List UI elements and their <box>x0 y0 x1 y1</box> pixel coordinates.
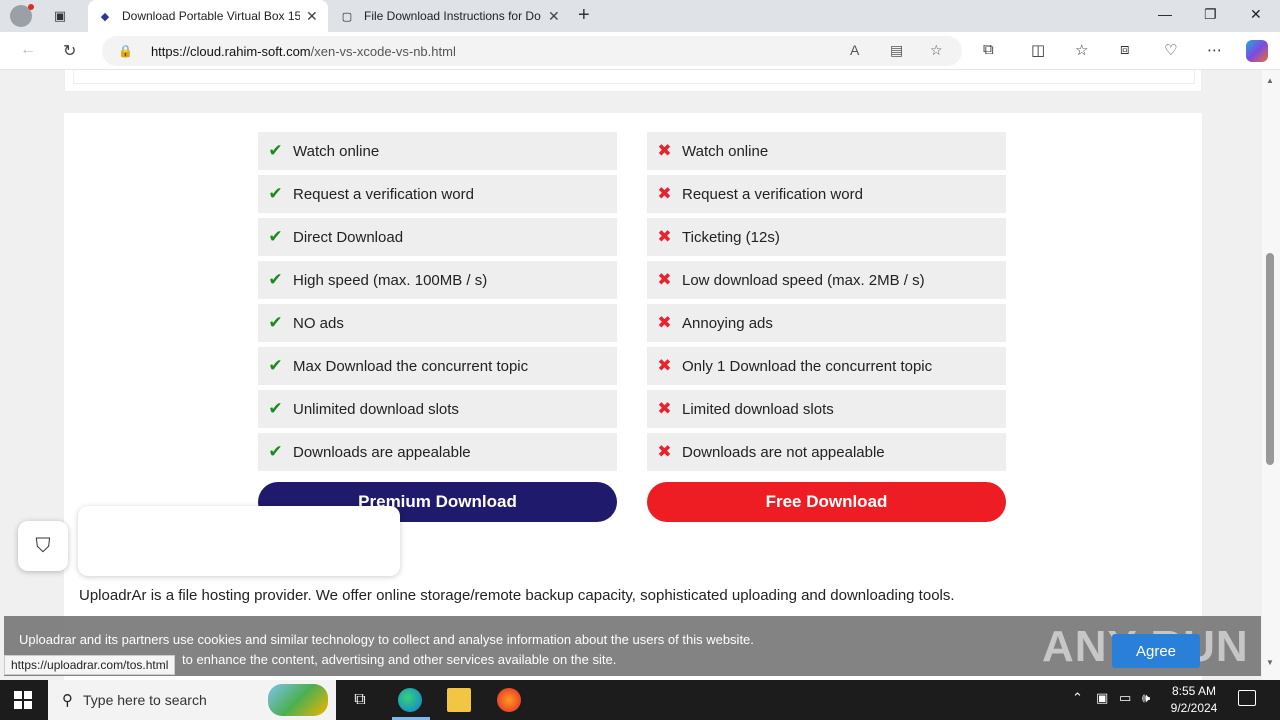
check-icon: ✔ <box>268 313 283 332</box>
minimize-icon[interactable]: — <box>1158 6 1172 22</box>
site-favicon-icon: ◆ <box>100 10 110 23</box>
cross-icon: ✖ <box>657 356 672 375</box>
profile-avatar[interactable] <box>10 4 34 27</box>
page-viewport: ✔ Watch online ✔ Request a verification wo… <box>0 70 1262 680</box>
check-icon: ✔ <box>268 442 283 461</box>
free-feature-item: ✖ Request a verification word <box>647 175 1006 213</box>
cross-icon: ✖ <box>657 227 672 246</box>
scroll-up-icon[interactable]: ▲ <box>1266 76 1274 85</box>
immersive-reader-icon[interactable]: ▤ <box>890 42 903 59</box>
back-icon[interactable]: ← <box>20 41 36 59</box>
windows-taskbar: ⚲ Type here to search ⧉ ⌃ ▣ ▭ 🕪 8:55 AM … <box>0 680 1280 720</box>
scrollbar-thumb[interactable] <box>1266 253 1274 465</box>
tab-actions-icon[interactable]: ▣ <box>50 6 70 26</box>
check-icon: ✔ <box>268 399 283 418</box>
check-icon: ✔ <box>268 356 283 375</box>
copilot-icon[interactable] <box>1246 40 1268 62</box>
premium-feature-list: ✔ Watch online ✔ Request a verification wo… <box>258 132 617 476</box>
clock-date: 9/2/2024 <box>1170 701 1218 715</box>
download-comparison-card: ✔ Watch online ✔ Request a verification wo… <box>64 113 1202 680</box>
refresh-icon[interactable]: ↻ <box>63 41 76 61</box>
link-status-tooltip: https://uploadrar.com/tos.html <box>4 655 176 675</box>
tab-active[interactable]: ◆ Download Portable Virtual Box 15 ✕ <box>88 0 328 32</box>
tab-bar: ▣ ◆ Download Portable Virtual Box 15 ✕ ▢… <box>0 0 1280 32</box>
favorite-star-icon[interactable]: ☆ <box>930 42 943 59</box>
cross-icon: ✖ <box>657 270 672 289</box>
check-icon: ✔ <box>268 184 283 203</box>
search-icon: ⚲ <box>62 692 73 709</box>
tab-title: File Download Instructions for Do <box>364 9 541 23</box>
lock-icon[interactable]: 🔒 <box>118 44 133 58</box>
free-feature-item: ✖ Watch online <box>647 132 1006 170</box>
tab-title: Download Portable Virtual Box 15 <box>122 9 300 23</box>
edge-browser-icon[interactable] <box>398 688 422 712</box>
premium-feature-item: ✔ Request a verification word <box>258 175 617 213</box>
cross-icon: ✖ <box>657 141 672 160</box>
collections-icon[interactable]: ⧈ <box>1120 41 1130 58</box>
firefox-icon[interactable] <box>497 688 521 712</box>
cross-icon: ✖ <box>657 313 672 332</box>
address-bar[interactable]: 🔒 https://cloud.rahim-soft.com/xen-vs-xc… <box>102 36 962 66</box>
check-icon: ✔ <box>268 227 283 246</box>
tab-close-icon[interactable]: ✕ <box>548 8 560 25</box>
split-screen-icon[interactable]: ◫ <box>1031 41 1045 59</box>
volume-icon[interactable]: 🕪 <box>1142 690 1150 706</box>
restore-icon[interactable]: ❐ <box>1204 6 1217 23</box>
favorites-icon[interactable]: ☆ <box>1075 41 1088 59</box>
free-feature-list: ✖ Watch online ✖ Request a verification wo… <box>647 132 1006 476</box>
system-clock[interactable]: 8:55 AM 9/2/2024 <box>1164 683 1224 717</box>
premium-feature-item: ✔ Watch online <box>258 132 617 170</box>
cross-icon: ✖ <box>657 184 672 203</box>
notifications-icon[interactable] <box>1238 690 1256 706</box>
windows-start-icon[interactable] <box>14 691 32 709</box>
window-close-icon[interactable]: ✕ <box>1250 6 1262 23</box>
performance-icon[interactable]: ♡ <box>1164 41 1177 59</box>
top-card <box>64 70 1202 92</box>
cookie-text-line1: Uploadrar and its partners use cookies a… <box>19 632 754 647</box>
free-download-button[interactable]: Free Download <box>647 482 1006 522</box>
vertical-scrollbar[interactable]: ▲ ▼ <box>1262 70 1280 680</box>
cross-icon: ✖ <box>657 399 672 418</box>
free-feature-item: ✖ Annoying ads <box>647 304 1006 342</box>
service-description: UploadrAr is a file hosting provider. We… <box>79 587 955 604</box>
cookie-banner: ANY RUN Uploadrar and its partners use c… <box>4 616 1261 676</box>
premium-feature-item: ✔ NO ads <box>258 304 617 342</box>
file-explorer-icon[interactable] <box>447 688 471 712</box>
agree-button[interactable]: Agree <box>1112 634 1200 668</box>
extensions-icon[interactable]: ⧉ <box>983 41 994 58</box>
taskbar-search[interactable]: ⚲ Type here to search <box>48 680 336 720</box>
tab-inactive[interactable]: ▢ File Download Instructions for Do ✕ <box>330 0 566 32</box>
free-feature-item: ✖ Limited download slots <box>647 390 1006 428</box>
notification-popup <box>78 506 400 576</box>
tray-chevron-icon[interactable]: ⌃ <box>1072 690 1083 706</box>
check-icon: ✔ <box>268 141 283 160</box>
cookie-text-line2: to enhance the content, advertising and … <box>182 652 617 667</box>
free-feature-item: ✖ Downloads are not appealable <box>647 433 1006 471</box>
address-bar-row: ← ↻ 🔒 https://cloud.rahim-soft.com/xen-v… <box>0 32 1280 70</box>
new-tab-icon[interactable]: + <box>578 4 590 27</box>
check-icon: ✔ <box>268 270 283 289</box>
url-text[interactable]: https://cloud.rahim-soft.com/xen-vs-xcod… <box>151 44 456 59</box>
cross-icon: ✖ <box>657 442 672 461</box>
tray-device-icon[interactable]: ▣ <box>1096 690 1108 706</box>
free-feature-item: ✖ Only 1 Download the concurrent topic <box>647 347 1006 385</box>
clock-time: 8:55 AM <box>1171 684 1217 698</box>
search-placeholder: Type here to search <box>83 692 207 708</box>
shield-check-icon[interactable]: ⛉ <box>18 521 68 571</box>
tab-close-icon[interactable]: ✕ <box>306 8 318 25</box>
read-aloud-icon[interactable]: A <box>850 42 859 58</box>
premium-feature-item: ✔ High speed (max. 100MB / s) <box>258 261 617 299</box>
free-feature-item: ✖ Low download speed (max. 2MB / s) <box>647 261 1006 299</box>
search-highlight-icon <box>268 684 328 716</box>
page-icon: ▢ <box>341 10 353 23</box>
premium-feature-item: ✔ Downloads are appealable <box>258 433 617 471</box>
network-icon[interactable]: ▭ <box>1119 690 1131 706</box>
task-view-icon[interactable]: ⧉ <box>348 688 372 712</box>
free-feature-item: ✖ Ticketing (12s) <box>647 218 1006 256</box>
more-menu-icon[interactable]: ⋯ <box>1207 41 1222 59</box>
premium-feature-item: ✔ Max Download the concurrent topic <box>258 347 617 385</box>
premium-feature-item: ✔ Unlimited download slots <box>258 390 617 428</box>
premium-feature-item: ✔ Direct Download <box>258 218 617 256</box>
scroll-down-icon[interactable]: ▼ <box>1266 658 1274 667</box>
